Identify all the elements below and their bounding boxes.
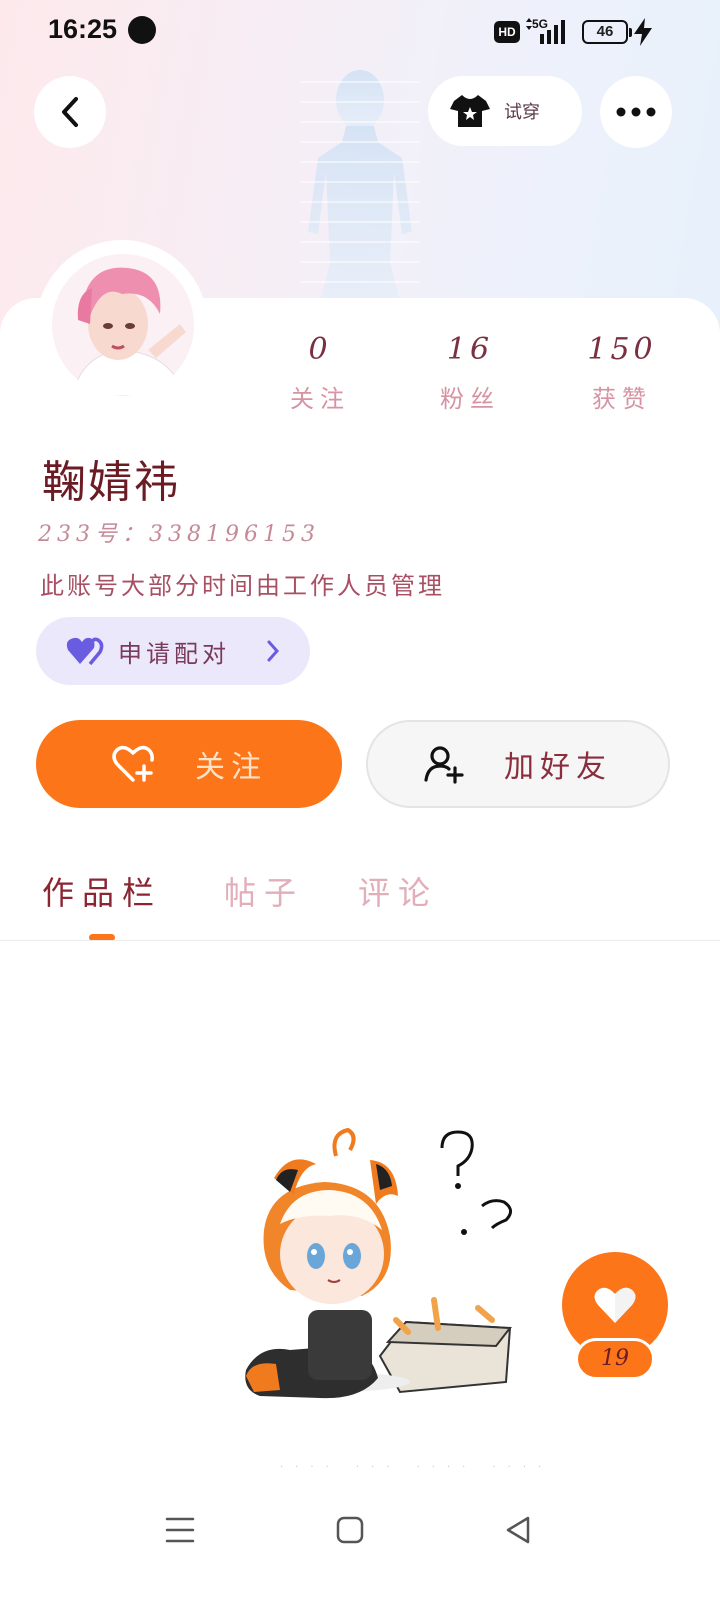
chevron-right-icon <box>267 640 280 662</box>
tab-works[interactable]: 作品栏 <box>42 868 162 914</box>
more-button[interactable] <box>600 76 672 148</box>
heart-pair-icon <box>66 637 104 666</box>
home-square-icon <box>336 1516 364 1544</box>
svg-text:5G: 5G <box>532 17 548 31</box>
stat-following[interactable]: 0 关注 <box>270 332 370 414</box>
follow-label: 关注 <box>195 750 267 785</box>
stat-label: 粉丝 <box>440 385 500 413</box>
faint-caption-decoration: ···· ··· ···· ···· <box>280 1462 554 1473</box>
nav-home-button[interactable] <box>320 1500 380 1560</box>
nav-back-button[interactable] <box>488 1500 548 1560</box>
tab-divider <box>0 940 720 941</box>
avatar-portrait <box>52 254 194 396</box>
battery-indicator: 46 <box>582 20 632 44</box>
back-button[interactable] <box>34 76 106 148</box>
notification-dot-icon <box>128 16 156 44</box>
like-count: 19 <box>575 1338 655 1380</box>
stat-value: 150 <box>587 332 657 367</box>
status-time: 16:25 <box>48 14 118 44</box>
add-friend-button[interactable]: 加好友 <box>366 720 670 808</box>
menu-icon <box>165 1517 195 1543</box>
stat-value: 0 <box>308 332 332 367</box>
apply-pair-button[interactable]: 申请配对 <box>36 617 310 685</box>
tab-comments[interactable]: 评论 <box>358 868 438 914</box>
user-name: 鞠婧祎 <box>42 457 180 508</box>
follow-button[interactable]: 关注 <box>36 720 342 808</box>
stat-followers[interactable]: 16 粉丝 <box>420 332 520 414</box>
empty-state-illustration <box>245 1127 512 1399</box>
more-icon <box>616 107 656 117</box>
try-on-label: 试穿 <box>504 102 540 123</box>
stat-value: 16 <box>446 332 494 367</box>
heart-icon <box>594 1287 636 1323</box>
apply-pair-label: 申请配对 <box>118 639 230 668</box>
system-navigation-bar <box>0 1480 720 1600</box>
add-friend-label: 加好友 <box>504 750 612 785</box>
back-icon <box>62 97 78 127</box>
user-id: 233号：338196153 <box>38 522 320 547</box>
stat-likes[interactable]: 150 获赞 <box>572 332 672 414</box>
hd-badge: HD <box>494 21 520 43</box>
avatar-hologram-figure <box>300 70 420 302</box>
nav-menu-button[interactable] <box>150 1500 210 1560</box>
user-bio: 此账号大部分时间由工作人员管理 <box>40 572 445 600</box>
back-triangle-icon <box>506 1516 530 1544</box>
signal-icon: 5G <box>526 17 565 44</box>
tab-posts[interactable]: 帖子 <box>224 868 304 914</box>
tshirt-icon <box>450 95 490 127</box>
add-user-icon <box>424 746 464 784</box>
heart-plus-icon <box>112 745 154 782</box>
avatar[interactable] <box>52 254 194 396</box>
charging-bolt-icon <box>634 18 652 46</box>
status-bar: 16:25 HD 5G 46 <box>0 0 720 64</box>
stat-label: 关注 <box>290 385 350 413</box>
stat-label: 获赞 <box>592 385 652 413</box>
try-on-button[interactable]: 试穿 <box>428 76 582 146</box>
